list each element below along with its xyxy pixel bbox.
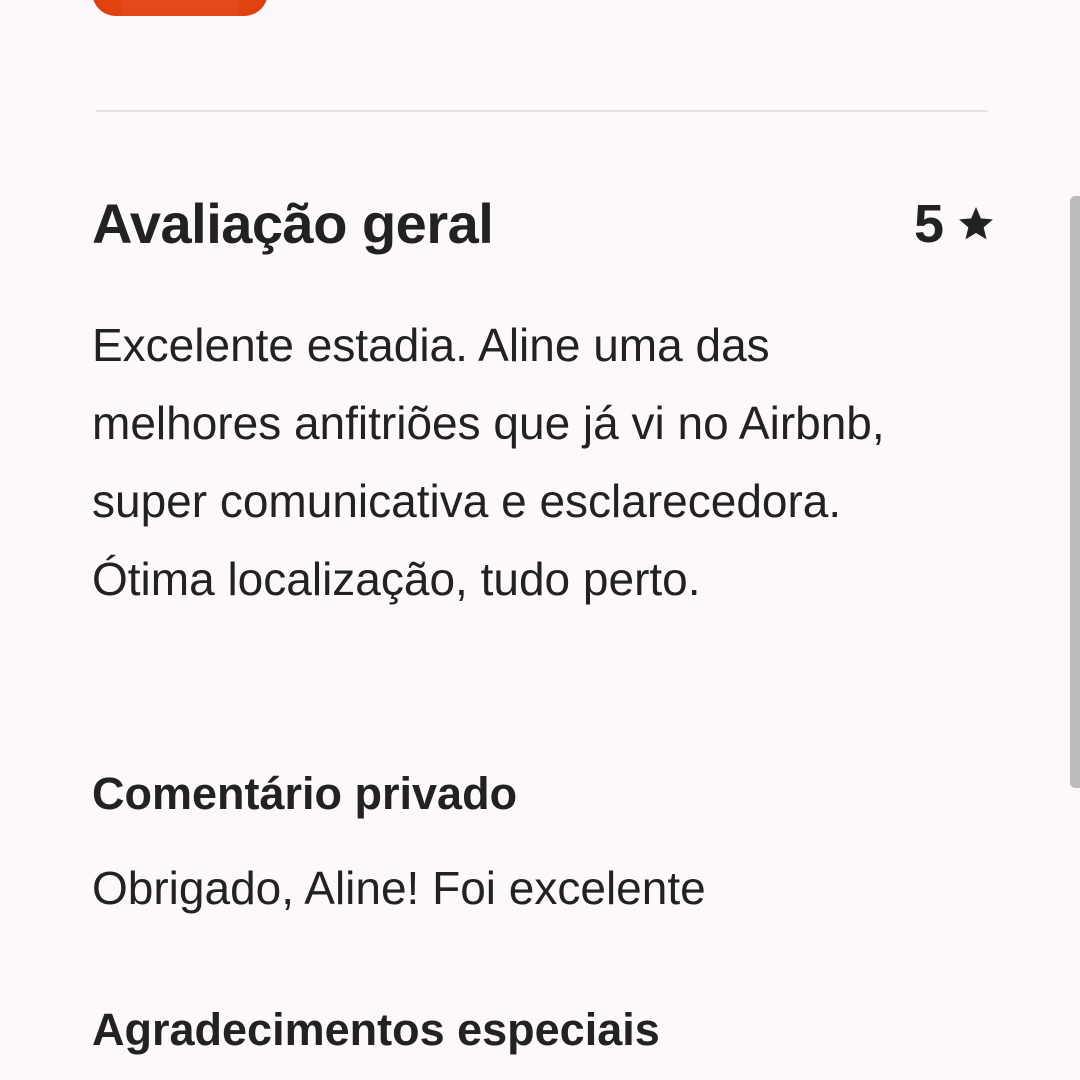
user-avatar[interactable] <box>92 0 268 16</box>
scrollbar[interactable] <box>1070 196 1080 788</box>
private-comment-text: Obrigado, Aline! Foi excelente <box>92 862 706 914</box>
overall-rating-title: Avaliação geral <box>92 192 494 255</box>
rating-value: 5 <box>913 194 944 254</box>
overall-rating-header: Avaliação geral 5 <box>92 186 996 266</box>
private-comment-title: Comentário privado <box>92 768 518 819</box>
rating-display: 5 <box>914 186 996 262</box>
section-divider <box>96 110 988 112</box>
avatar-image <box>122 0 238 16</box>
special-thanks-title: Agradecimentos especiais <box>92 1004 660 1055</box>
star-icon <box>959 207 993 240</box>
review-text: Excelente estadia. Aline uma das melhore… <box>92 319 885 605</box>
